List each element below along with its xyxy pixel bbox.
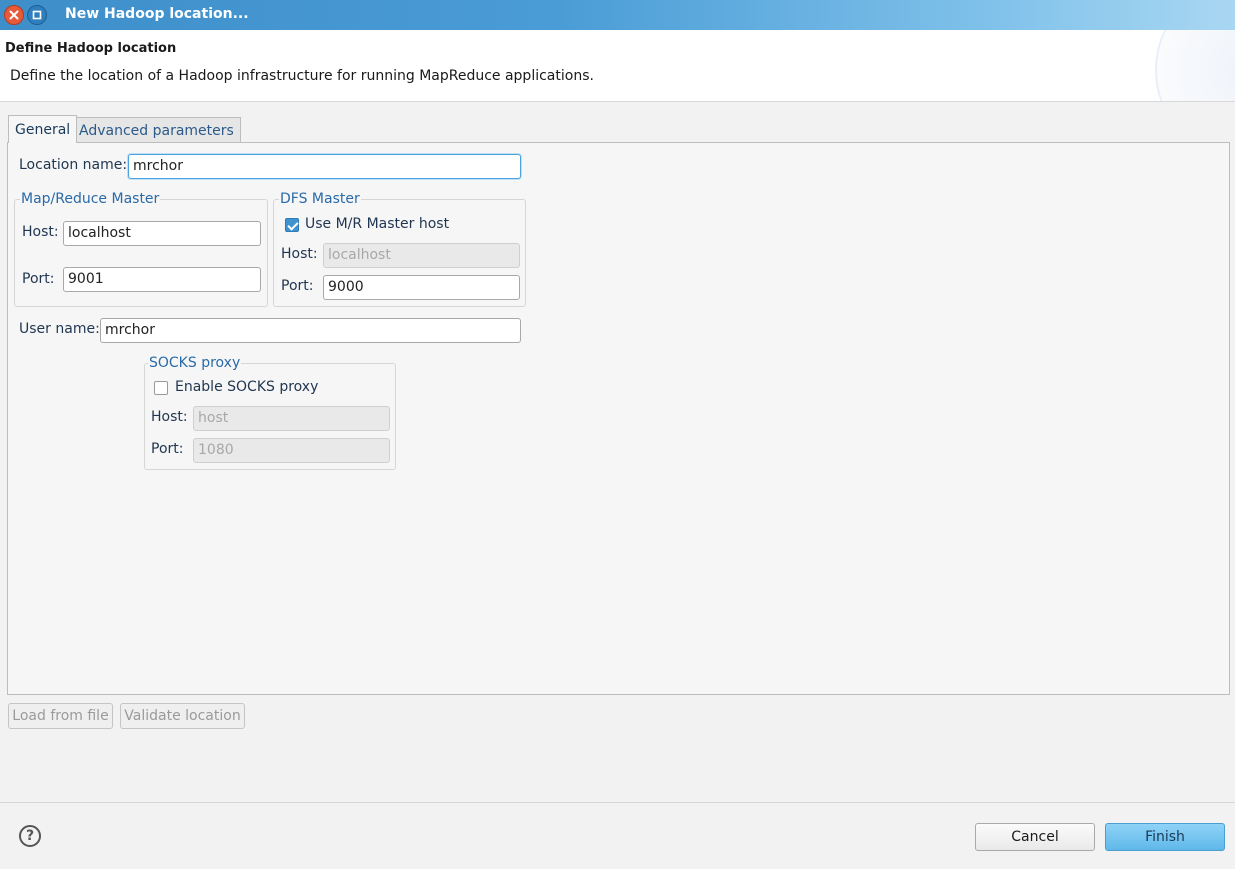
enable-socks-proxy-label[interactable]: Enable SOCKS proxy [175,379,318,395]
dfs-host-label: Host: [281,246,318,262]
validate-location-button[interactable]: Validate location [120,703,245,729]
finish-button[interactable]: Finish [1105,823,1225,851]
socks-port-input[interactable]: 1080 [193,438,390,463]
socks-proxy-group: SOCKS proxy Enable SOCKS proxy Host: hos… [144,355,396,470]
close-button[interactable] [4,5,24,25]
window-title: New Hadoop location... [65,6,249,22]
wizard-title: Define Hadoop location [5,41,177,56]
socks-host-input[interactable]: host [193,406,390,431]
mr-port-label: Port: [22,271,55,287]
close-icon [9,10,19,20]
maximize-button[interactable] [27,5,47,25]
location-name-label: Location name: [19,157,128,173]
load-from-file-button[interactable]: Load from file [8,703,113,729]
mapreduce-master-group: Map/Reduce Master Host: localhost Port: … [14,191,268,307]
tab-advanced-parameters[interactable]: Advanced parameters [72,117,241,144]
mr-host-input[interactable]: localhost [63,221,261,246]
socks-proxy-title: SOCKS proxy [148,355,242,371]
dfs-master-title: DFS Master [279,191,361,207]
wizard-description: Define the location of a Hadoop infrastr… [10,68,594,84]
cancel-button[interactable]: Cancel [975,823,1095,851]
socks-host-label: Host: [151,409,188,425]
dfs-host-input[interactable]: localhost [323,243,520,268]
use-mr-master-host-checkbox[interactable] [285,218,299,232]
enable-socks-proxy-checkbox[interactable] [154,381,168,395]
user-name-label: User name: [19,321,100,337]
mr-host-label: Host: [22,224,59,240]
use-mr-master-host-label[interactable]: Use M/R Master host [305,216,449,232]
help-icon[interactable]: ? [19,825,41,847]
dfs-port-input[interactable]: 9000 [323,275,520,300]
header-decoration [1155,30,1235,101]
general-tab-panel: Location name: mrchor Map/Reduce Master … [7,142,1230,695]
mapreduce-master-title: Map/Reduce Master [20,191,161,207]
dfs-port-label: Port: [281,278,314,294]
socks-port-label: Port: [151,441,184,457]
wizard-header: Define Hadoop location Define the locati… [0,30,1235,102]
dfs-master-group: DFS Master Use M/R Master host Host: loc… [273,191,526,307]
user-name-input[interactable]: mrchor [100,318,521,343]
location-name-input[interactable]: mrchor [128,154,521,179]
mr-port-input[interactable]: 9001 [63,267,261,292]
footer-separator [0,802,1235,803]
tab-general[interactable]: General [8,115,78,143]
window-titlebar: New Hadoop location... [0,0,1235,30]
maximize-icon [32,10,42,20]
